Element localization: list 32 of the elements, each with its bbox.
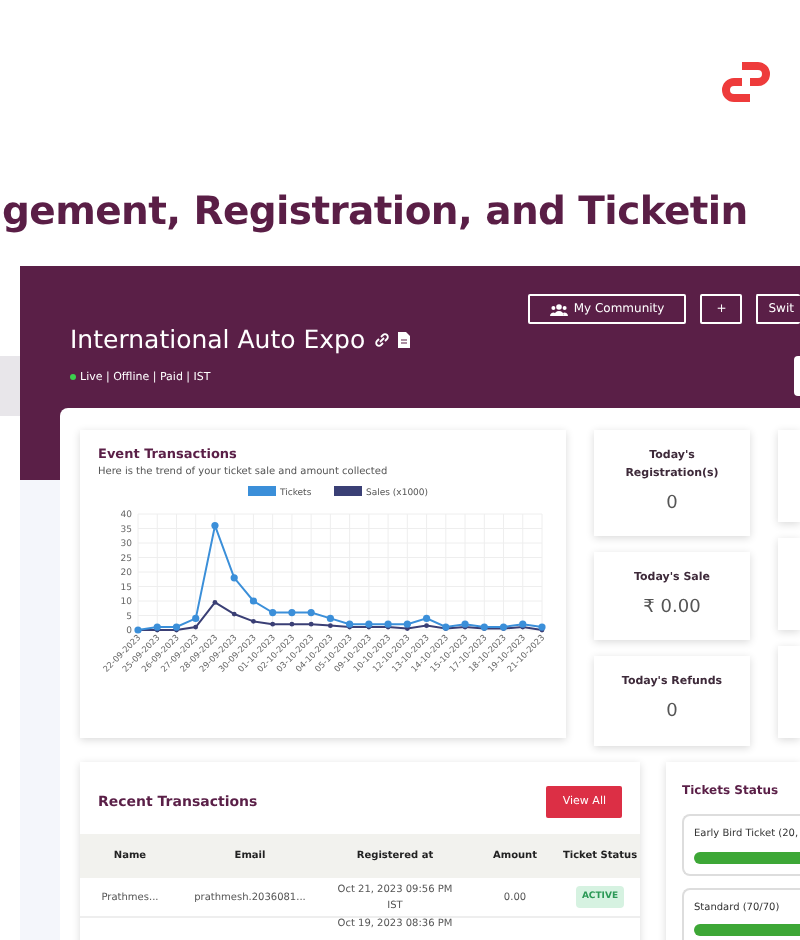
link-icon[interactable] — [373, 332, 390, 349]
data-point[interactable] — [461, 621, 469, 629]
data-point[interactable] — [365, 621, 373, 629]
data-point[interactable] — [251, 619, 256, 625]
data-point[interactable] — [328, 623, 333, 629]
stat-value: 0 — [664, 700, 680, 727]
stat-value: ₹ 0.00 — [641, 595, 703, 622]
people-icon — [549, 303, 568, 315]
logo-icon — [718, 56, 774, 108]
document-icon[interactable] — [397, 332, 410, 349]
stat-value: 0 — [664, 491, 680, 518]
data-point[interactable] — [308, 622, 314, 628]
page-heading: gement, Registration, and Ticketin — [2, 188, 748, 234]
status-dot-icon — [70, 374, 76, 381]
data-point[interactable] — [424, 623, 429, 629]
data-point[interactable] — [519, 621, 527, 629]
data-point[interactable] — [212, 600, 218, 606]
data-point[interactable] — [270, 622, 276, 628]
event-title: International Auto Expo — [70, 322, 366, 358]
data-point[interactable] — [499, 624, 508, 632]
data-point[interactable] — [346, 621, 354, 629]
data-point[interactable] — [384, 621, 392, 629]
data-point[interactable] — [289, 622, 295, 628]
data-point[interactable] — [480, 624, 488, 632]
data-point[interactable] — [403, 621, 411, 629]
data-point[interactable] — [153, 624, 161, 632]
data-point[interactable] — [172, 624, 181, 632]
data-point[interactable] — [193, 625, 199, 630]
data-point[interactable] — [442, 624, 450, 632]
data-point[interactable] — [231, 612, 237, 617]
data-point[interactable] — [538, 624, 546, 632]
data-point[interactable] — [192, 615, 200, 623]
